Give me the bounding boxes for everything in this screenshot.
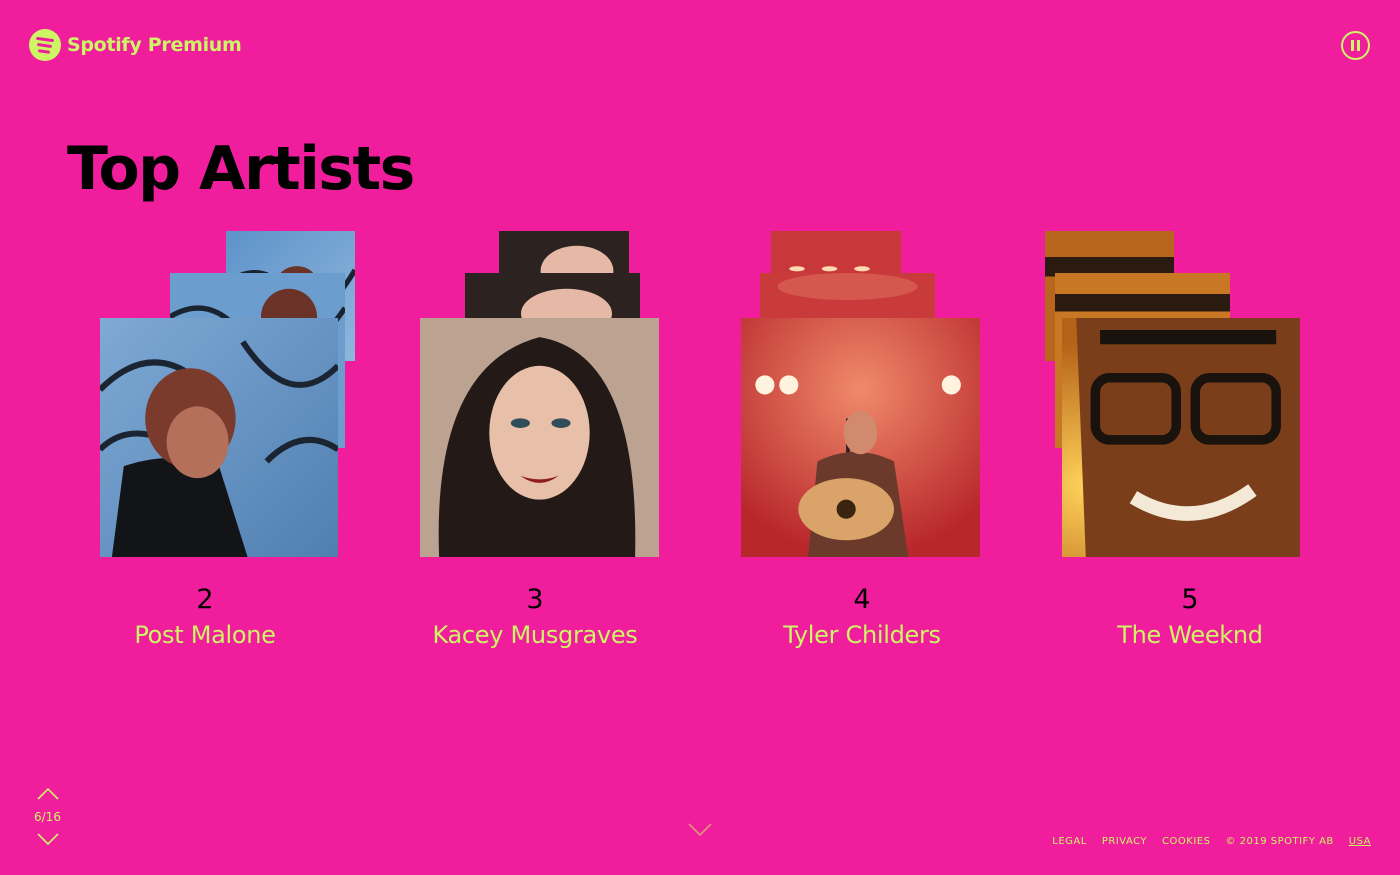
artist-rank: 2 (196, 584, 214, 615)
artist-photo-front (741, 318, 980, 557)
artist-rank: 3 (526, 584, 544, 615)
brand-name: Spotify Premium (67, 34, 242, 56)
next-slide-button[interactable] (37, 830, 59, 849)
footer-copyright: © 2019 SPOTIFY AB (1225, 836, 1334, 847)
artist-photo-front (100, 318, 338, 557)
chevron-down-icon (688, 823, 712, 837)
page-title: Top Artists (67, 134, 415, 204)
footer-privacy-link[interactable]: PRIVACY (1102, 836, 1147, 847)
footer-links: LEGAL PRIVACY COOKIES © 2019 SPOTIFY AB … (1052, 836, 1371, 847)
footer-region-link[interactable]: USA (1349, 836, 1371, 847)
scroll-down-button[interactable] (688, 822, 712, 841)
chevron-down-icon (37, 833, 59, 846)
artist-image-stack (712, 230, 1012, 560)
artist-name-link[interactable]: Post Malone (55, 621, 355, 649)
pause-icon-bar (1357, 40, 1360, 51)
artist-photo-back (771, 231, 901, 273)
artist-image-stack (1040, 230, 1340, 560)
pause-icon-bar (1351, 40, 1354, 51)
artist-photo-middle (760, 273, 935, 318)
footer-cookies-link[interactable]: COOKIES (1162, 836, 1210, 847)
artist-name-link[interactable]: Kacey Musgraves (385, 621, 685, 649)
artist-photo-front (420, 318, 659, 557)
artist-photo-front (1062, 318, 1300, 557)
spotify-logo-icon (29, 29, 61, 61)
chevron-up-icon (37, 787, 59, 800)
artist-image-stack (55, 230, 355, 560)
artist-rank: 4 (853, 584, 871, 615)
artist-rank: 5 (1181, 584, 1199, 615)
artist-card-post-malone[interactable]: 2 Post Malone (55, 230, 355, 649)
artist-photo-back (499, 231, 629, 273)
artist-card-kacey-musgraves[interactable]: 3 Kacey Musgraves (385, 230, 685, 649)
artist-photo-middle (465, 273, 640, 318)
pause-button[interactable] (1341, 31, 1370, 60)
artist-card-the-weeknd[interactable]: 5 The Weeknd (1040, 230, 1340, 649)
slide-counter: 6/16 (34, 810, 61, 824)
artist-name-link[interactable]: The Weeknd (1040, 621, 1340, 649)
spotify-premium-logo[interactable]: Spotify Premium (29, 29, 242, 61)
artist-name-link[interactable]: Tyler Childers (712, 621, 1012, 649)
artist-image-stack (385, 230, 685, 560)
previous-slide-button[interactable] (37, 785, 59, 804)
artist-card-tyler-childers[interactable]: 4 Tyler Childers (712, 230, 1012, 649)
footer-legal-link[interactable]: LEGAL (1052, 836, 1087, 847)
